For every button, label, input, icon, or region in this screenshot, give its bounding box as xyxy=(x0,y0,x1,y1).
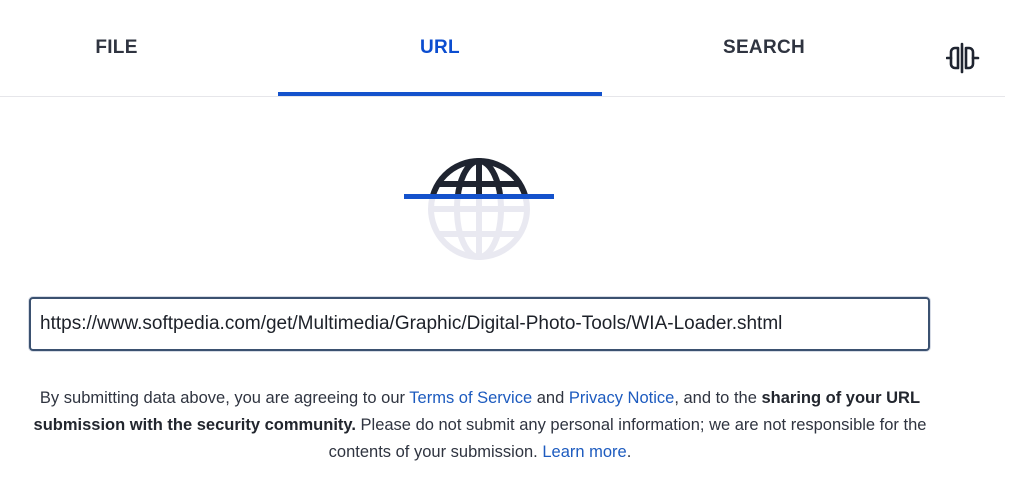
learn-more-link[interactable]: Learn more xyxy=(542,443,626,461)
tab-file[interactable]: FILE xyxy=(0,0,233,96)
tab-search-label: SEARCH xyxy=(722,37,806,58)
api-icon[interactable] xyxy=(945,40,986,76)
tab-file-label: FILE xyxy=(95,37,138,58)
active-tab-indicator xyxy=(278,92,602,96)
terms-of-service-link[interactable]: Terms of Service xyxy=(409,389,532,407)
notice-prefix: By submitting data above, you are agreei… xyxy=(39,389,410,407)
url-input[interactable] xyxy=(29,297,930,351)
tab-bar: FILE URL SEARCH xyxy=(0,0,1005,97)
notice-and: and xyxy=(532,389,569,407)
privacy-notice-link[interactable]: Privacy Notice xyxy=(569,389,674,407)
notice-middle: , and to the xyxy=(674,389,762,407)
submission-notice: By submitting data above, you are agreei… xyxy=(20,385,940,466)
tab-url[interactable]: URL xyxy=(278,0,602,96)
notice-end: . xyxy=(626,443,632,461)
tab-url-label: URL xyxy=(420,37,460,58)
globe-icon xyxy=(404,156,556,266)
tab-search[interactable]: SEARCH xyxy=(602,0,926,96)
